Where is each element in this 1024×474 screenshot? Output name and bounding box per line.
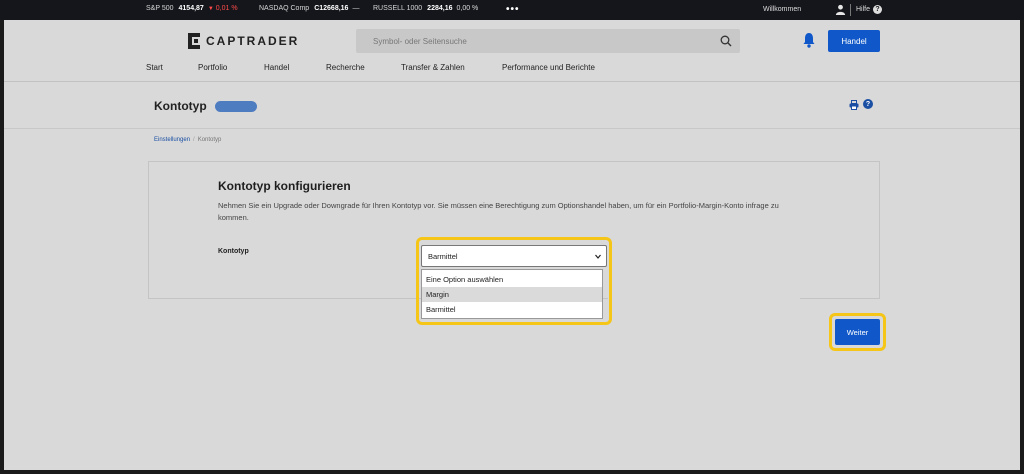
account-type-badge	[215, 101, 257, 112]
search-input[interactable]	[356, 29, 740, 53]
ticker-label: NASDAQ Comp	[259, 5, 310, 12]
print-icon[interactable]	[849, 100, 859, 110]
help-circle-icon: ?	[873, 5, 883, 14]
ticker-value: C12668,16	[314, 5, 349, 12]
breadcrumb-current: Kontotyp	[197, 137, 222, 143]
market-ticker: S&P 500 4154,87 ▼ 0,01 % NASDAQ Comp C12…	[0, 0, 1024, 20]
ticker-change: 0,00 %	[456, 5, 479, 12]
dropdown-overlap-gap	[608, 297, 800, 300]
nav-item-portfolio[interactable]: Portfolio	[198, 63, 227, 72]
captrader-logo[interactable]: CAPTRADER	[188, 33, 299, 49]
chevron-down-icon	[595, 254, 601, 259]
breadcrumb-link-einstellungen[interactable]: Einstellungen	[154, 137, 190, 143]
account-type-dropdown: Eine Option auswählen Margin Barmittel	[421, 269, 603, 319]
welcome-text: Willkommen	[763, 6, 802, 13]
form-heading: Kontotyp konfigurieren	[218, 179, 351, 193]
search-icon[interactable]	[720, 35, 732, 47]
main-content: CAPTRADER Handel Start Portfolio Handel …	[4, 20, 1020, 470]
user-icon[interactable]	[835, 4, 846, 15]
account-type-select[interactable]: Barmittel	[421, 245, 607, 267]
ticker-item-sp500[interactable]: S&P 500 4154,87 ▼ 0,01 %	[146, 5, 238, 12]
ticker-item-nasdaq[interactable]: NASDAQ Comp C12668,16 —	[259, 5, 359, 12]
ticker-label: RUSSELL 1000	[373, 5, 423, 12]
ticker-value: 4154,87	[178, 5, 204, 12]
ticker-change: —	[352, 5, 360, 12]
nav-item-start[interactable]: Start	[146, 63, 163, 72]
nav-item-performance[interactable]: Performance und Berichte	[502, 63, 595, 72]
option-choose[interactable]: Eine Option auswählen	[422, 272, 602, 287]
nav-item-recherche[interactable]: Recherche	[326, 63, 365, 72]
ticker-label: S&P 500	[146, 5, 174, 12]
option-margin[interactable]: Margin	[422, 287, 602, 302]
ticker-change: 0,01 %	[215, 5, 238, 12]
help-link[interactable]: Hilfe ?	[856, 5, 883, 14]
page-header: Kontotyp ?	[4, 83, 1020, 129]
main-nav: Start Portfolio Handel Recherche Transfe…	[4, 63, 1020, 77]
captrader-logo-icon	[188, 33, 200, 49]
logo-text: CAPTRADER	[206, 34, 300, 48]
bell-icon[interactable]	[802, 32, 816, 48]
account-type-label: Kontotyp	[218, 248, 249, 255]
divider	[850, 4, 851, 16]
more-ticker-button[interactable]: •••	[506, 4, 520, 15]
help-circle-icon[interactable]: ?	[863, 99, 873, 109]
breadcrumb: Einstellungen / Kontotyp	[154, 137, 221, 143]
ticker-value: 2284,16	[427, 5, 453, 12]
trade-button[interactable]: Handel	[828, 30, 880, 52]
site-header: CAPTRADER Handel Start Portfolio Handel …	[4, 20, 1020, 82]
select-value: Barmittel	[428, 251, 458, 261]
nav-item-transfer[interactable]: Transfer & Zahlen	[401, 63, 465, 72]
breadcrumb-separator: /	[193, 137, 195, 143]
search-bar	[356, 29, 740, 53]
nav-item-handel[interactable]: Handel	[264, 63, 289, 72]
option-barmittel[interactable]: Barmittel	[422, 302, 602, 317]
help-label: Hilfe	[856, 6, 871, 13]
form-description: Nehmen Sie ein Upgrade oder Downgrade fü…	[218, 201, 779, 222]
down-arrow-icon: ▼	[207, 5, 214, 12]
ticker-item-russell[interactable]: RUSSELL 1000 2284,16 0,00 %	[373, 5, 478, 12]
page-title: Kontotyp	[154, 99, 207, 113]
next-button[interactable]: Weiter	[835, 319, 880, 345]
app-window: S&P 500 4154,87 ▼ 0,01 % NASDAQ Comp C12…	[0, 0, 1024, 474]
